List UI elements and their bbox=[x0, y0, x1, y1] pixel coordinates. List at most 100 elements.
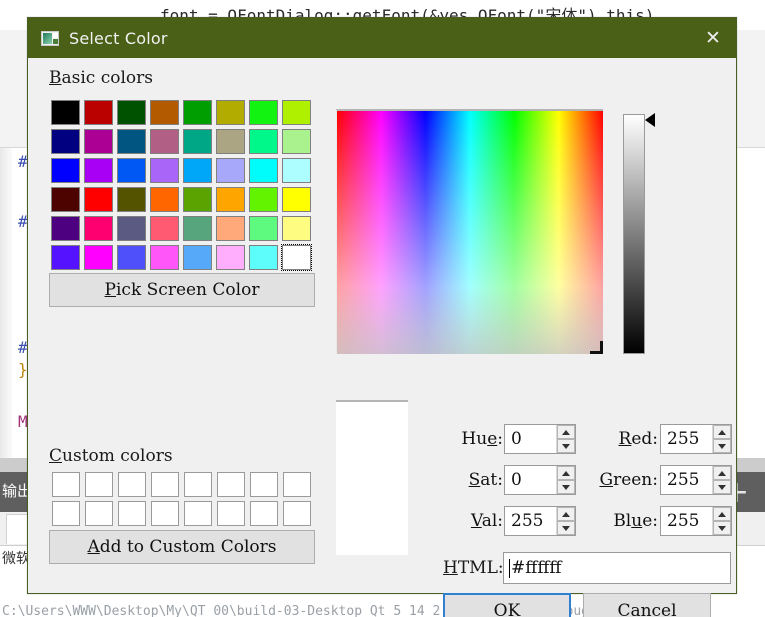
basic-color-swatch[interactable] bbox=[282, 129, 311, 154]
basic-color-swatch[interactable] bbox=[216, 187, 245, 212]
basic-color-swatch[interactable] bbox=[282, 187, 311, 212]
basic-color-swatch[interactable] bbox=[84, 158, 113, 183]
red-value[interactable]: 255 bbox=[661, 425, 712, 453]
custom-color-cell[interactable] bbox=[214, 499, 247, 528]
custom-color-swatch[interactable] bbox=[150, 472, 179, 497]
custom-color-cell[interactable] bbox=[280, 470, 313, 499]
sv-gradient-field[interactable] bbox=[337, 111, 603, 354]
basic-color-cell[interactable] bbox=[148, 156, 181, 185]
basic-color-swatch[interactable] bbox=[84, 245, 113, 270]
basic-color-swatch[interactable] bbox=[51, 245, 80, 270]
basic-color-swatch[interactable] bbox=[216, 216, 245, 241]
blue-spin-up-icon[interactable] bbox=[713, 507, 731, 521]
custom-color-swatch[interactable] bbox=[51, 501, 80, 526]
basic-color-cell[interactable] bbox=[181, 156, 214, 185]
red-spin-down-icon[interactable] bbox=[713, 439, 731, 453]
basic-color-cell[interactable] bbox=[247, 214, 280, 243]
custom-color-cell[interactable] bbox=[49, 470, 82, 499]
basic-color-cell[interactable] bbox=[49, 156, 82, 185]
basic-color-cell[interactable] bbox=[82, 127, 115, 156]
basic-color-swatch[interactable] bbox=[183, 158, 212, 183]
add-to-custom-colors-button[interactable]: Add to Custom Colors bbox=[49, 530, 315, 564]
custom-color-swatch[interactable] bbox=[183, 501, 212, 526]
basic-color-cell[interactable] bbox=[115, 185, 148, 214]
basic-color-cell[interactable] bbox=[181, 98, 214, 127]
basic-color-swatch[interactable] bbox=[249, 158, 278, 183]
hue-value[interactable]: 0 bbox=[505, 425, 556, 453]
basic-color-cell[interactable] bbox=[247, 156, 280, 185]
value-slider[interactable] bbox=[623, 114, 645, 354]
blue-spin-arrows[interactable] bbox=[712, 507, 731, 535]
basic-color-cell[interactable] bbox=[214, 185, 247, 214]
basic-color-cell[interactable] bbox=[247, 243, 280, 272]
basic-color-cell[interactable] bbox=[214, 156, 247, 185]
basic-color-cell[interactable] bbox=[115, 214, 148, 243]
basic-color-swatch[interactable] bbox=[282, 158, 311, 183]
basic-color-swatch[interactable] bbox=[150, 158, 179, 183]
basic-color-cell[interactable] bbox=[82, 156, 115, 185]
basic-color-swatch[interactable] bbox=[84, 129, 113, 154]
blue-spinbox[interactable]: 255 bbox=[660, 506, 732, 536]
basic-color-cell[interactable] bbox=[49, 214, 82, 243]
basic-color-swatch[interactable] bbox=[183, 245, 212, 270]
basic-color-swatch[interactable] bbox=[84, 187, 113, 212]
basic-color-swatch[interactable] bbox=[117, 187, 146, 212]
sv-crosshair-cursor[interactable] bbox=[590, 341, 603, 354]
custom-color-swatch[interactable] bbox=[282, 501, 311, 526]
custom-colors-grid[interactable] bbox=[49, 470, 313, 528]
basic-color-swatch[interactable] bbox=[282, 245, 311, 270]
red-spinbox[interactable]: 255 bbox=[660, 424, 732, 454]
basic-color-swatch[interactable] bbox=[84, 100, 113, 125]
basic-color-cell[interactable] bbox=[247, 127, 280, 156]
basic-color-cell[interactable] bbox=[280, 98, 313, 127]
basic-color-cell[interactable] bbox=[148, 127, 181, 156]
basic-color-cell[interactable] bbox=[280, 214, 313, 243]
ok-button[interactable]: OK bbox=[443, 593, 571, 617]
custom-color-cell[interactable] bbox=[148, 499, 181, 528]
basic-color-cell[interactable] bbox=[82, 98, 115, 127]
custom-color-cell[interactable] bbox=[82, 499, 115, 528]
basic-color-swatch[interactable] bbox=[183, 129, 212, 154]
basic-color-swatch[interactable] bbox=[51, 158, 80, 183]
basic-color-cell[interactable] bbox=[148, 185, 181, 214]
blue-value[interactable]: 255 bbox=[661, 507, 712, 535]
green-value[interactable]: 255 bbox=[661, 466, 712, 494]
green-spin-down-icon[interactable] bbox=[713, 480, 731, 494]
basic-color-swatch[interactable] bbox=[51, 216, 80, 241]
basic-color-cell[interactable] bbox=[247, 98, 280, 127]
custom-color-swatch[interactable] bbox=[183, 472, 212, 497]
custom-color-cell[interactable] bbox=[280, 499, 313, 528]
basic-color-cell[interactable] bbox=[148, 243, 181, 272]
basic-color-swatch[interactable] bbox=[216, 129, 245, 154]
blue-spin-down-icon[interactable] bbox=[713, 521, 731, 535]
saturation-value-picker[interactable] bbox=[336, 109, 603, 354]
basic-color-swatch[interactable] bbox=[249, 187, 278, 212]
custom-color-cell[interactable] bbox=[82, 470, 115, 499]
pick-screen-color-button[interactable]: Pick Screen Color bbox=[49, 273, 315, 307]
basic-color-cell[interactable] bbox=[214, 243, 247, 272]
basic-color-cell[interactable] bbox=[82, 214, 115, 243]
basic-color-cell[interactable] bbox=[181, 214, 214, 243]
red-spin-arrows[interactable] bbox=[712, 425, 731, 453]
basic-color-cell[interactable] bbox=[49, 185, 82, 214]
custom-color-swatch[interactable] bbox=[249, 472, 278, 497]
basic-color-cell[interactable] bbox=[148, 98, 181, 127]
basic-color-swatch[interactable] bbox=[51, 187, 80, 212]
basic-color-swatch[interactable] bbox=[150, 216, 179, 241]
basic-color-swatch[interactable] bbox=[51, 129, 80, 154]
basic-color-swatch[interactable] bbox=[117, 100, 146, 125]
basic-color-swatch[interactable] bbox=[249, 100, 278, 125]
basic-color-swatch[interactable] bbox=[117, 216, 146, 241]
basic-color-cell[interactable] bbox=[181, 185, 214, 214]
custom-color-cell[interactable] bbox=[181, 499, 214, 528]
basic-color-cell[interactable] bbox=[214, 98, 247, 127]
basic-color-swatch[interactable] bbox=[150, 129, 179, 154]
basic-color-cell[interactable] bbox=[280, 243, 313, 272]
basic-color-swatch[interactable] bbox=[84, 216, 113, 241]
basic-color-swatch[interactable] bbox=[117, 158, 146, 183]
custom-color-cell[interactable] bbox=[247, 499, 280, 528]
custom-color-swatch[interactable] bbox=[282, 472, 311, 497]
basic-color-swatch[interactable] bbox=[216, 158, 245, 183]
basic-color-swatch[interactable] bbox=[150, 187, 179, 212]
basic-color-swatch[interactable] bbox=[249, 129, 278, 154]
